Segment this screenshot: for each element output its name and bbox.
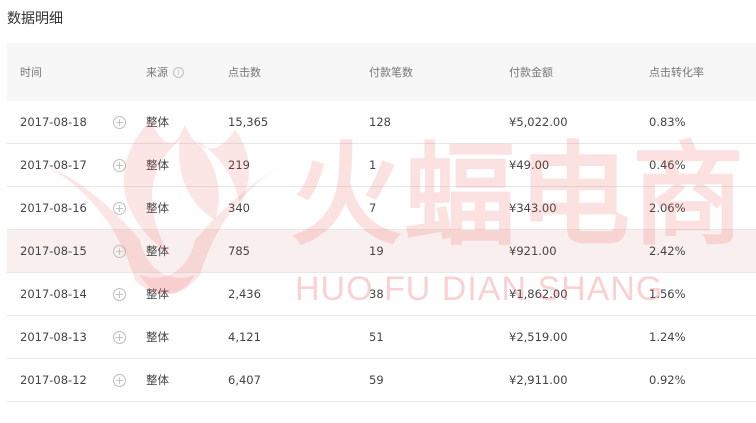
page-title: 数据明细 [7, 11, 63, 27]
row-amount: ¥2,519.00 [509, 330, 568, 344]
plus-circle-icon[interactable]: + [113, 158, 126, 172]
row-source: 整体 [146, 373, 169, 387]
header-rate: 点击转化率 [649, 66, 704, 79]
plus-circle-icon[interactable]: + [113, 201, 126, 215]
row-source: 整体 [146, 244, 169, 258]
row-source: 整体 [146, 158, 169, 172]
row-amount: ¥921.00 [509, 244, 557, 258]
row-clicks: 219 [228, 158, 250, 172]
table-header: 时间 来源 i 点击数 付款笔数 付款金额 点击转化率 [7, 43, 756, 101]
header-source: 来源 i [146, 43, 184, 101]
table-row: 2017-08-14 + 整体 2,436 38 ¥1,862.00 1.56% [7, 273, 756, 316]
row-payments: 51 [369, 330, 384, 344]
row-source: 整体 [146, 330, 169, 344]
row-date: 2017-08-12 [20, 373, 87, 387]
row-clicks: 785 [228, 244, 250, 258]
expand-button[interactable]: + [113, 273, 126, 315]
expand-button[interactable]: + [113, 101, 126, 143]
row-clicks: 2,436 [228, 287, 261, 301]
expand-button[interactable]: + [113, 230, 126, 272]
row-payments: 38 [369, 287, 384, 301]
row-amount: ¥2,911.00 [509, 373, 568, 387]
row-date: 2017-08-13 [20, 330, 87, 344]
row-clicks: 4,121 [228, 330, 261, 344]
row-source: 整体 [146, 287, 169, 301]
row-source: 整体 [146, 115, 169, 129]
expand-button[interactable]: + [113, 316, 126, 358]
header-clicks: 点击数 [228, 66, 261, 79]
row-payments: 19 [369, 244, 384, 258]
row-payments: 7 [369, 201, 377, 215]
plus-circle-icon[interactable]: + [113, 287, 126, 301]
row-date: 2017-08-18 [20, 115, 87, 129]
expand-button[interactable]: + [113, 187, 126, 229]
row-clicks: 6,407 [228, 373, 261, 387]
expand-button[interactable]: + [113, 359, 126, 401]
row-rate: 0.92% [649, 373, 686, 387]
plus-circle-icon[interactable]: + [113, 373, 126, 387]
table-row: 2017-08-12 + 整体 6,407 59 ¥2,911.00 0.92% [7, 359, 756, 402]
row-payments: 1 [369, 158, 377, 172]
expand-button[interactable]: + [113, 144, 126, 186]
table-row: 2017-08-13 + 整体 4,121 51 ¥2,519.00 1.24% [7, 316, 756, 359]
row-clicks: 15,365 [228, 115, 269, 129]
header-time: 时间 [20, 66, 42, 79]
row-amount: ¥343.00 [509, 201, 557, 215]
row-rate: 1.56% [649, 287, 686, 301]
data-table: 时间 来源 i 点击数 付款笔数 付款金额 点击转化率 2017-08-18 +… [7, 43, 756, 402]
table-row-highlighted: 2017-08-15 + 整体 785 19 ¥921.00 2.42% [7, 230, 756, 273]
row-amount: ¥49.00 [509, 158, 550, 172]
row-date: 2017-08-17 [20, 158, 87, 172]
row-rate: 2.06% [649, 201, 686, 215]
row-clicks: 340 [228, 201, 250, 215]
row-amount: ¥5,022.00 [509, 115, 568, 129]
header-payments: 付款笔数 [369, 66, 413, 79]
table-row: 2017-08-18 + 整体 15,365 128 ¥5,022.00 0.8… [7, 101, 756, 144]
table-row: 2017-08-17 + 整体 219 1 ¥49.00 0.46% [7, 144, 756, 187]
info-icon[interactable]: i [173, 66, 184, 78]
header-source-label: 来源 [146, 66, 168, 79]
plus-circle-icon[interactable]: + [113, 115, 126, 129]
row-rate: 1.24% [649, 330, 686, 344]
row-rate: 0.46% [649, 158, 686, 172]
row-amount: ¥1,862.00 [509, 287, 568, 301]
header-amount: 付款金额 [509, 66, 553, 79]
row-rate: 0.83% [649, 115, 686, 129]
plus-circle-icon[interactable]: + [113, 244, 126, 258]
row-date: 2017-08-15 [20, 244, 87, 258]
row-rate: 2.42% [649, 244, 686, 258]
row-payments: 59 [369, 373, 384, 387]
row-date: 2017-08-14 [20, 287, 87, 301]
row-source: 整体 [146, 201, 169, 215]
row-payments: 128 [369, 115, 391, 129]
table-row: 2017-08-16 + 整体 340 7 ¥343.00 2.06% [7, 187, 756, 230]
plus-circle-icon[interactable]: + [113, 330, 126, 344]
row-date: 2017-08-16 [20, 201, 87, 215]
